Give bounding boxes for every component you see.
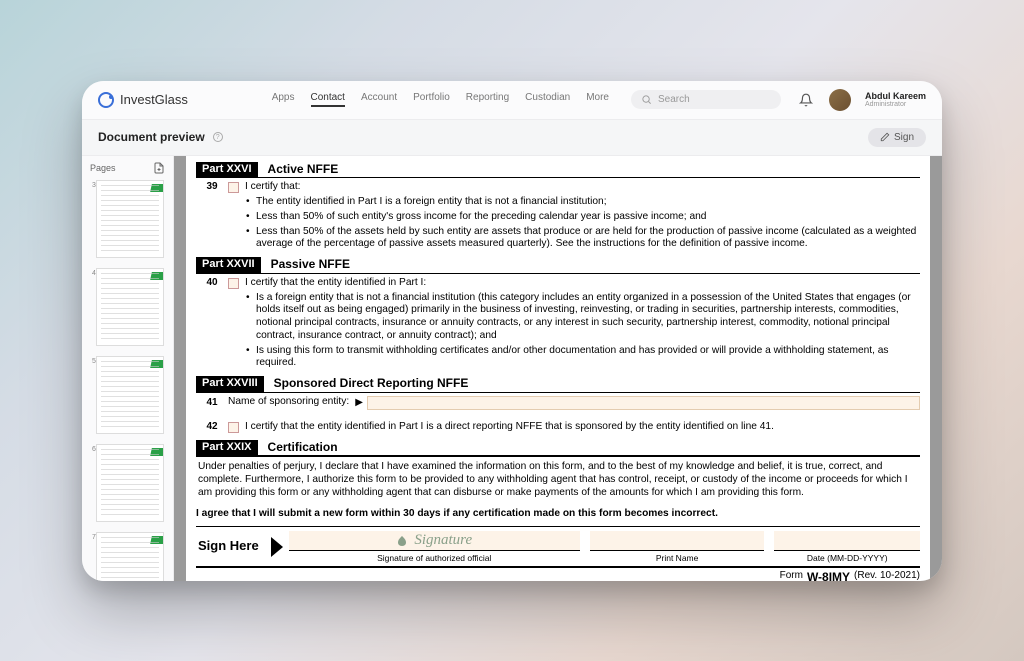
line-39: 39 I certify that:: [196, 178, 920, 194]
pen-icon: [880, 132, 890, 142]
line-40: 40 I certify that the entity identified …: [196, 274, 920, 290]
thumbnail-list[interactable]: 3 4 5 6 7: [82, 180, 173, 581]
add-page-icon[interactable]: [153, 162, 165, 174]
checkbox-39[interactable]: [228, 182, 239, 193]
search-input[interactable]: Search: [631, 90, 781, 109]
date-field[interactable]: [774, 531, 920, 551]
part-28-header: Part XXVIII Sponsored Direct Reporting N…: [196, 376, 920, 393]
document-panel[interactable]: Part XXVI Active NFFE 39 I certify that:…: [174, 156, 942, 581]
part-29-header: Part XXIX Certification: [196, 440, 920, 458]
avatar[interactable]: [829, 89, 851, 111]
caret-right-icon: ▶: [355, 397, 363, 410]
nav-account[interactable]: Account: [361, 92, 397, 107]
help-icon[interactable]: ?: [213, 132, 223, 142]
nav-custodian[interactable]: Custodian: [525, 92, 570, 107]
sign-here-label: Sign Here: [196, 527, 265, 566]
part-27-header: Part XXVII Passive NFFE: [196, 257, 920, 274]
checkbox-42[interactable]: [228, 422, 239, 433]
leaf-icon: [396, 535, 408, 547]
pages-heading: Pages: [90, 163, 116, 173]
nav-portfolio[interactable]: Portfolio: [413, 92, 450, 107]
user-meta: Abdul Kareem Administrator: [865, 92, 926, 108]
part-26-bullets: The entity identified in Part I is a for…: [196, 196, 920, 251]
sign-button-label: Sign: [894, 132, 914, 143]
page-title: Document preview: [98, 130, 205, 144]
line-41: 41 Name of sponsoring entity: ▶: [196, 393, 920, 410]
form-footer: Form W-8IMY (Rev. 10-2021): [196, 567, 920, 581]
sign-row: Sign Here Signature Signature of authori…: [196, 526, 920, 567]
nav-reporting[interactable]: Reporting: [466, 92, 509, 107]
main-nav: Apps Contact Account Portfolio Reporting…: [272, 92, 609, 107]
page-thumbnail[interactable]: 3: [90, 180, 165, 258]
sponsoring-entity-field[interactable]: [367, 396, 920, 410]
sign-arrow-icon: [271, 537, 283, 557]
search-placeholder: Search: [658, 94, 690, 105]
checkbox-40[interactable]: [228, 278, 239, 289]
print-name-field[interactable]: [590, 531, 765, 551]
brand-name: InvestGlass: [120, 92, 188, 107]
page-thumbnail[interactable]: 7: [90, 532, 165, 581]
sign-button[interactable]: Sign: [868, 128, 926, 147]
page-thumbnail[interactable]: 6: [90, 444, 165, 522]
pages-sidebar: Pages 3 4 5 6 7: [82, 156, 174, 581]
user-name: Abdul Kareem: [865, 92, 926, 101]
part-26-header: Part XXVI Active NFFE: [196, 162, 920, 179]
document-sheet: Part XXVI Active NFFE 39 I certify that:…: [186, 156, 930, 581]
bell-icon[interactable]: [799, 93, 813, 107]
nav-apps[interactable]: Apps: [272, 92, 295, 107]
certification-text: Under penalties of perjury, I declare th…: [196, 457, 920, 503]
part-27-bullets: Is a foreign entity that is not a financ…: [196, 292, 920, 371]
user-role: Administrator: [865, 101, 926, 108]
agree-text: I agree that I will submit a new form wi…: [196, 504, 920, 527]
page-thumbnail[interactable]: 4: [90, 268, 165, 346]
signature-field[interactable]: Signature: [289, 531, 580, 551]
topbar: InvestGlass Apps Contact Account Portfol…: [82, 81, 942, 120]
nav-contact[interactable]: Contact: [311, 92, 345, 107]
page-thumbnail[interactable]: 5: [90, 356, 165, 434]
brand[interactable]: InvestGlass: [98, 92, 188, 108]
nav-more[interactable]: More: [586, 92, 609, 107]
content-area: Pages 3 4 5 6 7 Part XXVI Active NFFE 39: [82, 156, 942, 581]
app-window: InvestGlass Apps Contact Account Portfol…: [82, 81, 942, 581]
brand-logo-icon: [98, 92, 114, 108]
search-icon: [641, 94, 652, 105]
line-42: 42 I certify that the entity identified …: [196, 418, 920, 434]
secondbar: Document preview ? Sign: [82, 120, 942, 156]
